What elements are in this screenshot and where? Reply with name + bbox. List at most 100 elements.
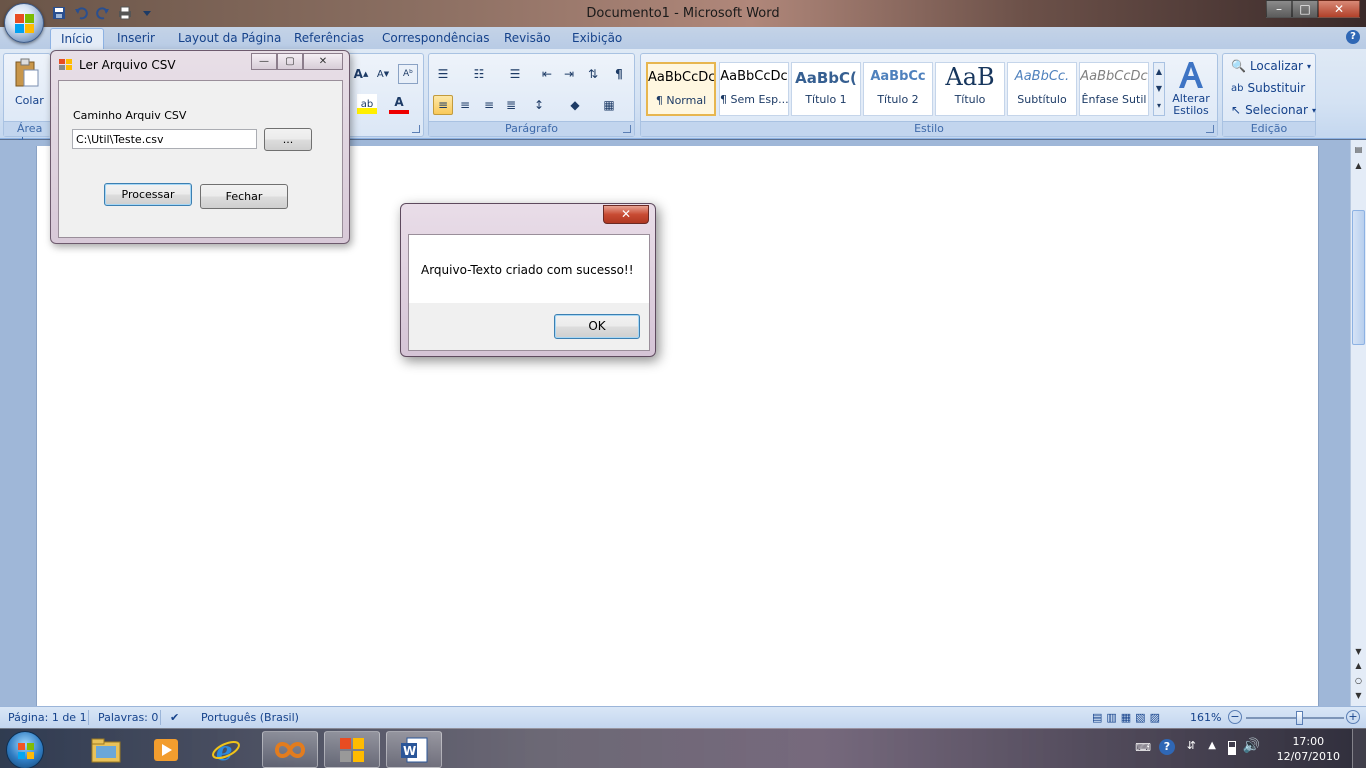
align-left-icon[interactable]: ≡: [433, 95, 453, 115]
zoom-slider[interactable]: [1246, 717, 1344, 719]
paragraph-launcher-icon[interactable]: [623, 125, 631, 133]
tab-exibicao[interactable]: Exibição: [572, 31, 622, 45]
ok-button[interactable]: OK: [554, 314, 640, 339]
styles-launcher-icon[interactable]: [1206, 125, 1214, 133]
close-button[interactable]: ✕: [1318, 0, 1360, 18]
zoom-in-icon[interactable]: +: [1346, 710, 1360, 724]
align-center-icon[interactable]: ≡: [455, 95, 475, 115]
app-window-icon: [340, 737, 364, 762]
grow-font-icon[interactable]: A ▲: [351, 64, 371, 84]
show-marks-icon[interactable]: ¶: [609, 64, 629, 84]
clock-time: 17:00: [1292, 735, 1325, 748]
font-color-icon[interactable]: A: [389, 94, 409, 114]
show-hidden-icons[interactable]: ▲: [1208, 740, 1216, 751]
numbering-icon[interactable]: ☷: [469, 64, 489, 84]
prev-page-icon[interactable]: ▲: [1353, 660, 1364, 671]
close-form-button[interactable]: Fechar: [200, 184, 288, 209]
justify-icon[interactable]: ≣: [501, 95, 521, 115]
multilevel-list-icon[interactable]: ☰: [505, 64, 525, 84]
borders-icon[interactable]: ▦: [599, 95, 619, 115]
decrease-indent-icon[interactable]: ⇤: [537, 64, 557, 84]
show-desktop-button[interactable]: [1352, 729, 1366, 768]
style-heading-2[interactable]: AaBbCc Título 2: [863, 62, 933, 116]
tab-layout[interactable]: Layout da Página: [178, 31, 281, 45]
replace-button[interactable]: ab Substituir: [1231, 81, 1305, 95]
scroll-down-icon[interactable]: ▼: [1353, 646, 1364, 657]
word-count[interactable]: Palavras: 0: [98, 711, 158, 724]
change-styles-icon[interactable]: [1175, 60, 1205, 90]
tab-correspondencias[interactable]: Correspondências: [382, 31, 489, 45]
proofing-icon[interactable]: ✔: [170, 711, 179, 724]
style-subtle-emphasis[interactable]: AaBbCcDc Ênfase Sutil: [1079, 62, 1149, 116]
help-icon[interactable]: ?: [1346, 30, 1360, 44]
csv-app-taskbar-button[interactable]: [324, 731, 380, 768]
word-taskbar-button[interactable]: W: [386, 731, 442, 768]
path-input[interactable]: C:\Util\Teste.csv: [72, 129, 257, 149]
style-sample: AaB: [945, 63, 995, 91]
shading-icon[interactable]: ◆: [565, 95, 585, 115]
scroll-up-icon[interactable]: ▲: [1353, 160, 1364, 171]
minimize-button[interactable]: –: [1266, 0, 1292, 18]
start-button[interactable]: [6, 731, 44, 768]
next-page-icon[interactable]: ▼: [1353, 690, 1364, 701]
tab-inserir[interactable]: Inserir: [117, 31, 155, 45]
align-right-icon[interactable]: ≡: [479, 95, 499, 115]
page-indicator[interactable]: Página: 1 de 1: [8, 711, 87, 724]
zoom-level[interactable]: 161%: [1190, 711, 1221, 724]
editing-group-label: Edição: [1223, 121, 1315, 136]
clock[interactable]: 17:00 12/07/2010: [1277, 734, 1340, 764]
office-button[interactable]: [4, 3, 44, 43]
change-styles-label[interactable]: Alterar Estilos: [1171, 93, 1211, 117]
browse-object-icon[interactable]: ○: [1353, 675, 1364, 686]
explorer-taskbar-button[interactable]: [78, 731, 134, 768]
ie-taskbar-button[interactable]: e: [198, 731, 254, 768]
font-group: A ▲ A ▼ Aᵇ ab A: [342, 53, 424, 137]
paste-label[interactable]: Colar: [15, 94, 44, 107]
style-name: Título 2: [877, 93, 919, 106]
csv-close-button[interactable]: ✕: [303, 53, 343, 70]
zoom-out-icon[interactable]: −: [1228, 710, 1242, 724]
line-spacing-icon[interactable]: ↕: [529, 95, 549, 115]
find-button[interactable]: 🔍 Localizar ▾: [1231, 59, 1311, 73]
device-tray-icon[interactable]: ⇵: [1187, 739, 1196, 752]
clear-format-icon[interactable]: Aᵇ: [398, 64, 418, 84]
styles-scroll[interactable]: ▲ ▼ ▾: [1153, 62, 1165, 116]
zoom-thumb[interactable]: [1296, 711, 1303, 725]
visual-studio-taskbar-button[interactable]: [262, 731, 318, 768]
media-player-taskbar-button[interactable]: [138, 731, 194, 768]
ruler-toggle-icon[interactable]: ▤: [1353, 144, 1364, 155]
tab-inicio[interactable]: Início: [50, 28, 104, 49]
help-tray-icon[interactable]: ?: [1159, 739, 1175, 755]
battery-icon[interactable]: [1228, 741, 1236, 755]
style-name: ¶ Sem Esp...: [720, 93, 788, 106]
keyboard-icon[interactable]: ⌨: [1135, 741, 1151, 754]
browse-button[interactable]: ...: [264, 128, 312, 151]
style-heading-1[interactable]: AaBbC( Título 1: [791, 62, 861, 116]
shrink-font-icon[interactable]: A ▼: [373, 64, 393, 84]
increase-indent-icon[interactable]: ⇥: [559, 64, 579, 84]
scroll-thumb[interactable]: [1352, 210, 1365, 345]
tab-referencias[interactable]: Referências: [294, 31, 364, 45]
style-normal[interactable]: AaBbCcDc ¶ Normal: [646, 62, 716, 116]
process-button[interactable]: Processar: [104, 183, 192, 206]
message-close-button[interactable]: ✕: [603, 205, 649, 224]
style-no-spacing[interactable]: AaBbCcDc ¶ Sem Esp...: [719, 62, 789, 116]
bullets-icon[interactable]: ☰: [433, 64, 453, 84]
volume-icon[interactable]: 🔊: [1243, 738, 1260, 754]
sort-icon[interactable]: ⇅: [583, 64, 603, 84]
font-launcher-icon[interactable]: [412, 125, 420, 133]
maximize-button[interactable]: □: [1292, 0, 1318, 18]
select-button[interactable]: ↖ Selecionar ▾: [1231, 103, 1316, 117]
language-indicator[interactable]: Português (Brasil): [201, 711, 299, 724]
paste-icon[interactable]: [14, 58, 40, 88]
style-title[interactable]: AaB Título: [935, 62, 1005, 116]
style-subtitle[interactable]: AaBbCc. Subtítulo: [1007, 62, 1077, 116]
highlight-icon[interactable]: ab: [357, 94, 377, 114]
csv-maximize-button[interactable]: ▢: [277, 53, 303, 70]
csv-window-title: Ler Arquivo CSV: [79, 58, 176, 72]
csv-minimize-button[interactable]: —: [251, 53, 277, 70]
change-styles-line-2: Estilos: [1173, 104, 1209, 117]
vertical-scrollbar[interactable]: ▤ ▲ ▼ ▲ ○ ▼: [1350, 140, 1366, 706]
tab-revisao[interactable]: Revisão: [504, 31, 551, 45]
view-buttons[interactable]: ▤▥▦▧▨: [1092, 711, 1164, 724]
